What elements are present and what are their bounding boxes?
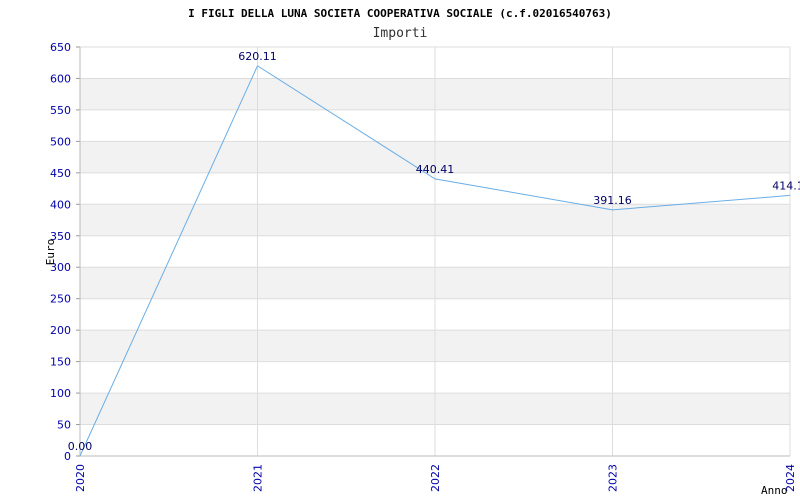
line-chart: I FIGLI DELLA LUNA SOCIETA COOPERATIVA S… <box>44 7 800 497</box>
x-axis-ticks: 2020 2021 2022 2023 2024 <box>74 464 797 492</box>
y-tick-label: 550 <box>50 104 71 117</box>
y-tick-label: 600 <box>50 72 71 85</box>
x-tick-label: 2023 <box>607 464 620 492</box>
y-tick-label: 500 <box>50 135 71 148</box>
data-label: 391.16 <box>593 194 632 207</box>
y-tick-label: 450 <box>50 167 71 180</box>
x-tick-label: 2022 <box>429 464 442 492</box>
chart-title: I FIGLI DELLA LUNA SOCIETA COOPERATIVA S… <box>188 7 612 20</box>
y-tick-label: 650 <box>50 41 71 54</box>
data-label: 440.41 <box>416 163 455 176</box>
y-tick-label: 50 <box>57 419 71 432</box>
data-label: 0.00 <box>68 440 93 453</box>
y-tick-label: 100 <box>50 387 71 400</box>
data-label: 414.1 <box>772 179 800 192</box>
y-tick-label: 400 <box>50 198 71 211</box>
y-tick-label: 250 <box>50 293 71 306</box>
x-tick-label: 2021 <box>252 464 265 492</box>
chart-subtitle: Importi <box>373 26 428 41</box>
x-tick-label: 2020 <box>74 464 87 492</box>
y-tick-label: 150 <box>50 356 71 369</box>
data-label: 620.11 <box>238 50 277 63</box>
y-axis-label: Euro <box>44 239 57 266</box>
x-axis-label: Anno <box>761 484 788 497</box>
y-tick-label: 200 <box>50 324 71 337</box>
